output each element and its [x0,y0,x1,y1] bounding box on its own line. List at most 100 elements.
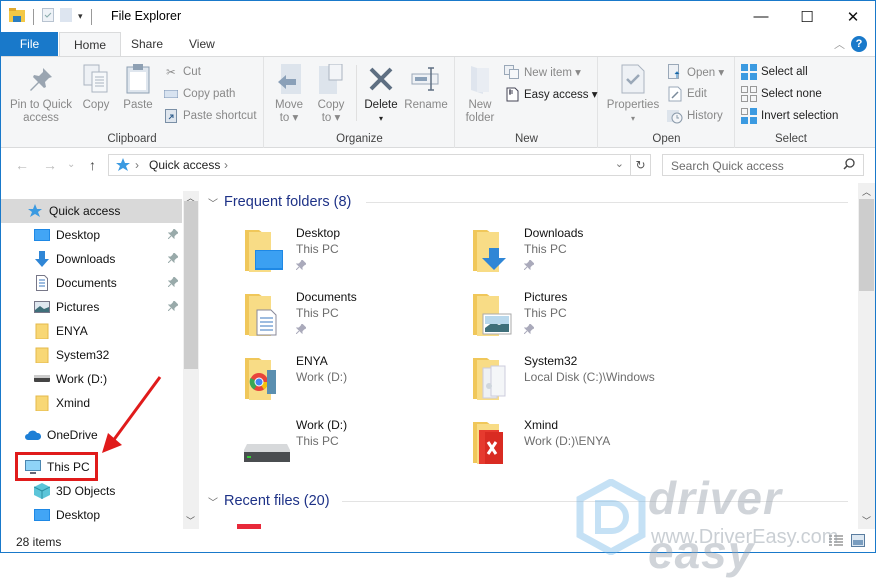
navpane-scroll-thumb[interactable] [184,201,198,369]
copy-to-button[interactable]: Copy to ▾ [313,63,349,125]
nav-item-desktop[interactable]: Desktop [1,223,182,247]
folder-tile-pictures[interactable]: Pictures This PC [471,290,691,350]
address-history-dropdown[interactable]: ⌄ [615,157,624,170]
back-button[interactable]: ← [15,157,29,173]
collapse-ribbon-icon[interactable]: ︿ [834,36,845,52]
help-icon[interactable]: ? [851,36,867,52]
copy-button[interactable]: Copy [79,63,113,112]
scroll-down-arrow[interactable]: ﹀ [862,514,871,527]
easy-access-button[interactable]: Easy access ▾ [504,84,598,104]
recent-locations-button[interactable]: ⌄ [67,159,75,170]
pin-icon[interactable] [167,252,179,266]
cut-button[interactable]: ✂ Cut [163,62,201,82]
recent-files-header[interactable]: ﹀ Recent files (20) [208,491,848,511]
folder-icon [34,395,50,411]
ribbon-tabs: File Home Share View ︿ ? [1,32,875,57]
cloud-icon [25,427,41,443]
maximize-button[interactable]: ☐ [784,1,830,32]
folder-tile-xmind[interactable]: Xmind Work (D:)\ENYA [471,418,691,478]
folder-tile-system32[interactable]: System32 Local Disk (C:)\Windows [471,354,691,414]
scroll-up-arrow[interactable]: ︿ [862,185,871,198]
open-button[interactable]: Open ▾ [667,62,724,82]
navigation-bar: ← → ⌄ ↑ › Quick access › ⌄ ↻ Search Quic… [1,149,875,183]
new-folder-button[interactable]: New folder [460,63,500,125]
up-button[interactable]: ↑ [89,157,96,173]
nav-item-label: Desktop [56,228,101,242]
close-button[interactable]: ✕ [830,1,876,32]
pin-icon [523,259,535,273]
select-none-button[interactable]: Select none [741,84,822,104]
folder-location: This PC [524,242,567,256]
nav-item-quick-access[interactable]: Quick access [1,199,182,223]
group-select: Select all Select none Invert selection … [736,57,846,148]
copy-path-button[interactable]: Copy path [163,84,235,104]
drive-icon [244,444,290,462]
easy-access-icon [504,86,520,102]
select-all-button[interactable]: Select all [741,62,808,82]
nav-item-system32[interactable]: System32 [1,343,182,367]
search-box[interactable]: Search Quick access [662,154,864,176]
download-icon [34,251,50,267]
folder-name: Pictures [524,290,568,304]
delete-dropdown-arrow[interactable]: ▾ [361,112,401,125]
section-divider [342,501,848,502]
properties-dropdown-arrow[interactable]: ▾ [605,112,661,125]
paste-button[interactable]: Paste [120,63,156,112]
pin-icon[interactable] [167,300,179,314]
properties-qat-icon[interactable] [42,8,54,25]
refresh-button[interactable]: ↻ [630,155,650,175]
details-view-icon[interactable] [829,535,843,550]
paste-label: Paste [123,99,153,111]
pin-icon[interactable] [167,228,179,242]
nav-item-enya[interactable]: ENYA [1,319,182,343]
large-icons-view-icon[interactable] [851,534,865,550]
history-button[interactable]: History [667,106,723,126]
delete-button[interactable]: Delete ▾ [361,63,401,125]
edit-label: Edit [687,88,707,100]
folder-tile-documents[interactable]: Documents This PC [243,290,463,350]
minimize-button[interactable]: — [738,1,784,32]
tab-home[interactable]: Home [59,32,122,57]
move-to-label-line1: Move [274,99,304,111]
move-to-button[interactable]: Move to ▾ [271,63,307,125]
nav-item-desktop-pc[interactable]: Desktop [1,503,182,527]
nav-item-label: OneDrive [47,428,98,442]
nav-item-downloads[interactable]: Downloads [1,247,182,271]
folder-tile-work-d[interactable]: Work (D:) This PC [243,418,463,478]
scroll-down-arrow[interactable]: ﹀ [186,514,195,527]
address-bar[interactable]: › Quick access › ⌄ ↻ [108,154,651,176]
scissors-icon: ✂ [166,67,176,79]
folder-name: Documents [296,290,357,304]
tab-view[interactable]: View [175,32,229,56]
frequent-folders-header[interactable]: ﹀ Frequent folders (8) [208,192,848,212]
properties-button[interactable]: Properties ▾ [605,63,661,125]
new-item-button[interactable]: New item ▾ [504,62,581,82]
tab-share[interactable]: Share [117,32,177,56]
paste-shortcut-button[interactable]: Paste shortcut [163,106,257,126]
nav-item-pictures[interactable]: Pictures [1,295,182,319]
navpane-scrollbar[interactable]: ︿ ﹀ [183,191,199,529]
breadcrumb-quick-access[interactable]: Quick access [149,158,220,172]
breadcrumb-separator[interactable]: › [135,158,139,172]
breadcrumb-separator[interactable]: › [224,158,228,172]
downloads-folder-icon [473,230,506,272]
content-scrollbar[interactable]: ︿ ﹀ [858,183,875,529]
content-scroll-thumb[interactable] [859,199,874,291]
nav-item-documents[interactable]: Documents [1,271,182,295]
new-folder-qat-icon[interactable] [60,8,72,25]
folder-tile-downloads[interactable]: Downloads This PC [471,226,691,286]
edit-button[interactable]: Edit [667,84,707,104]
forward-button[interactable]: → [43,157,57,173]
nav-item-3d-objects[interactable]: 3D Objects [1,479,182,503]
pin-to-quick-access-button[interactable]: Pin to Quick access [7,63,75,125]
folder-tile-desktop[interactable]: Desktop This PC [243,226,463,286]
customize-qat-icon[interactable]: ▾ [78,11,83,22]
search-icon[interactable] [843,158,855,173]
rename-button[interactable]: Rename [403,63,449,112]
folder-tile-enya[interactable]: ENYA Work (D:) [243,354,463,414]
recent-file-icon-partial[interactable] [237,524,261,529]
red-arrow-annotation [102,376,162,453]
pin-icon[interactable] [167,276,179,290]
tab-file[interactable]: File [1,32,58,56]
invert-selection-button[interactable]: Invert selection [741,106,838,126]
